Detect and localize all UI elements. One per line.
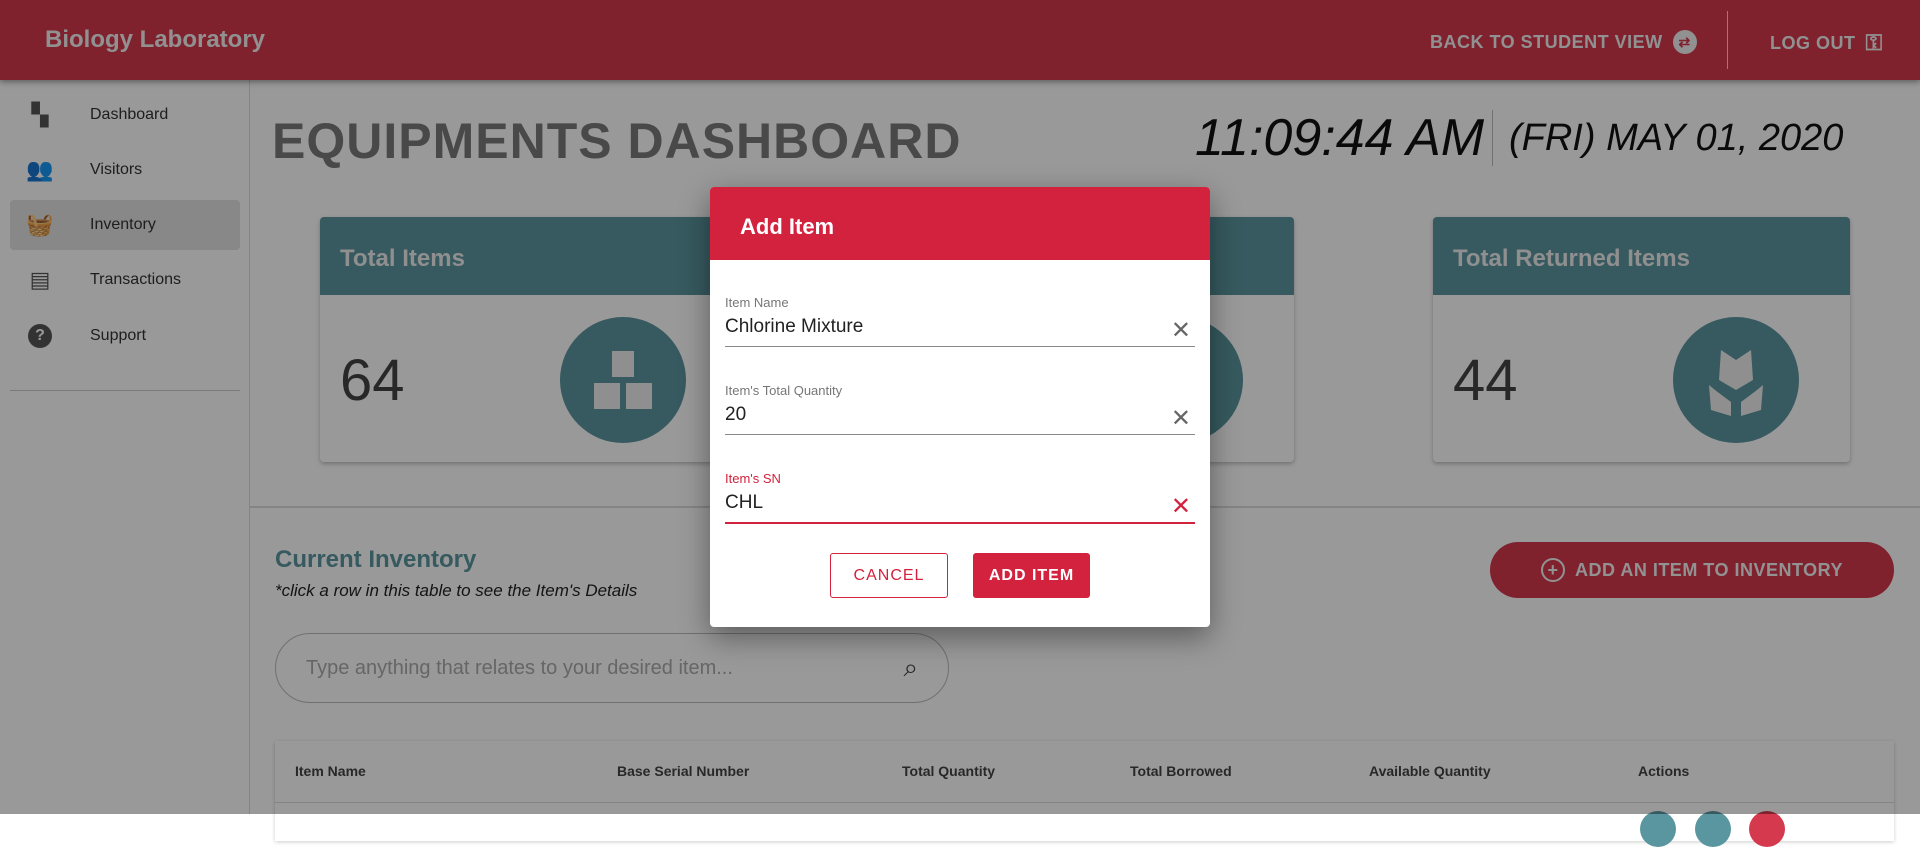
edit-action-button[interactable] <box>1695 811 1731 847</box>
item-name-input[interactable]: Chlorine Mixture <box>725 316 1195 342</box>
field-underline <box>725 434 1195 435</box>
item-name-field[interactable]: Item Name Chlorine Mixture ✕ <box>725 295 1195 347</box>
dialog-title: Add Item <box>710 187 1210 260</box>
field-underline <box>725 522 1195 524</box>
cancel-button[interactable]: CANCEL <box>830 553 948 598</box>
delete-action-button[interactable] <box>1749 811 1785 847</box>
view-action-button[interactable] <box>1640 811 1676 847</box>
serial-number-field[interactable]: Item's SN CHL ✕ <box>725 471 1195 524</box>
serial-number-input[interactable]: CHL <box>725 492 1195 518</box>
field-label: Item's Total Quantity <box>725 383 843 398</box>
field-label: Item Name <box>725 295 789 310</box>
add-item-button[interactable]: ADD ITEM <box>973 553 1090 598</box>
clear-icon[interactable]: ✕ <box>1171 319 1191 343</box>
clear-icon[interactable]: ✕ <box>1171 407 1191 431</box>
total-quantity-field[interactable]: Item's Total Quantity 20 ✕ <box>725 383 1195 435</box>
clear-icon[interactable]: ✕ <box>1171 495 1191 519</box>
field-label: Item's SN <box>725 471 781 486</box>
add-item-dialog: Add Item Item Name Chlorine Mixture ✕ It… <box>710 187 1210 627</box>
total-quantity-input[interactable]: 20 <box>725 404 1195 430</box>
field-underline <box>725 346 1195 347</box>
